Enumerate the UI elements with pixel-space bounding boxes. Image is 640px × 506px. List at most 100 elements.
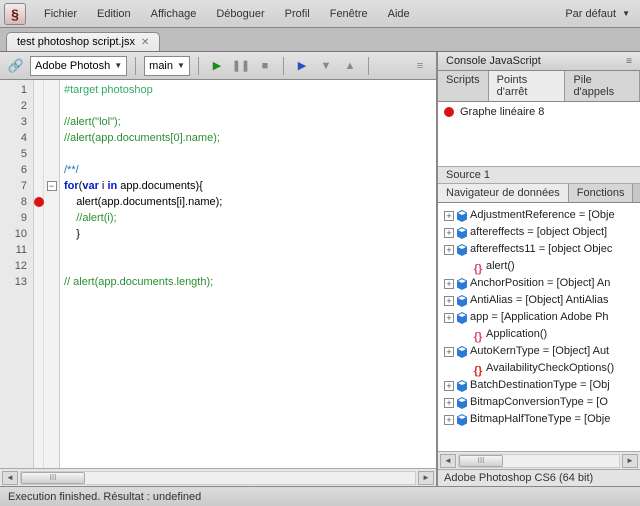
tree-row[interactable]: +BitmapHalfToneType = [Obje bbox=[444, 411, 634, 428]
menu-item[interactable]: Affichage bbox=[141, 8, 207, 20]
chevron-down-icon: ▼ bbox=[114, 61, 122, 70]
tree-label: Application() bbox=[486, 326, 547, 343]
function-icon: {} bbox=[472, 261, 484, 273]
breakpoint-item[interactable]: Graphe linéaire 8 bbox=[444, 106, 634, 118]
expand-icon[interactable]: + bbox=[444, 347, 454, 357]
step-out-button[interactable]: ▲ bbox=[340, 56, 360, 76]
databrowser-tab[interactable]: Navigateur de données bbox=[438, 184, 569, 202]
tree-row[interactable]: {}Application() bbox=[444, 326, 634, 343]
scroll-thumb[interactable]: III bbox=[21, 472, 85, 484]
expand-icon[interactable]: + bbox=[444, 296, 454, 306]
breakpoint-dot[interactable] bbox=[34, 197, 44, 207]
horizontal-scrollbar[interactable]: ◄ III ► bbox=[0, 468, 436, 486]
horizontal-scrollbar[interactable]: ◄ III ► bbox=[438, 451, 640, 469]
expand-icon[interactable]: + bbox=[444, 313, 454, 323]
scroll-track[interactable]: III bbox=[458, 454, 620, 468]
chevron-down-icon: ▼ bbox=[622, 9, 630, 18]
link-icon[interactable]: 🔗 bbox=[6, 56, 26, 76]
tree-row[interactable]: +BitmapConversionType = [O bbox=[444, 394, 634, 411]
tree-row[interactable]: + AdjustmentReference = [Obje bbox=[444, 207, 634, 224]
scroll-thumb[interactable]: III bbox=[459, 455, 503, 467]
file-tab[interactable]: test photoshop script.jsx ✕ bbox=[6, 32, 160, 51]
scroll-track[interactable]: III bbox=[20, 471, 416, 485]
object-icon bbox=[456, 414, 468, 426]
editor-pane: 🔗 Adobe Photosh ▼ main ▼ ▶ ❚❚ ■ ▶ ▼ ▲ ≡ … bbox=[0, 52, 438, 486]
menu-item[interactable]: Fichier bbox=[34, 8, 87, 20]
scroll-right-arrow[interactable]: ► bbox=[622, 454, 638, 468]
menu-item[interactable]: Profil bbox=[275, 8, 320, 20]
status-bar: Execution finished. Résultat : undefined bbox=[0, 486, 640, 506]
expand-icon[interactable]: + bbox=[444, 398, 454, 408]
object-icon bbox=[456, 397, 468, 409]
object-tree[interactable]: +AdjustmentReference = [Obje+aftereffect… bbox=[444, 207, 634, 447]
debug-tab[interactable]: Points d'arrêt bbox=[489, 71, 566, 101]
debug-tab[interactable]: Scripts bbox=[438, 71, 489, 101]
fold-toggle[interactable]: − bbox=[47, 181, 57, 191]
chevron-down-icon: ▼ bbox=[177, 61, 185, 70]
databrowser-tabs: Navigateur de donnéesFonctions bbox=[438, 184, 640, 203]
menu-item[interactable]: Edition bbox=[87, 8, 141, 20]
tree-row[interactable]: +aftereffects11 = [object Objec bbox=[444, 241, 634, 258]
menu-item[interactable]: Aide bbox=[378, 8, 420, 20]
code-area[interactable]: #target photoshop //alert("lol");//alert… bbox=[60, 80, 436, 468]
tree-row[interactable]: + app = [Application Adobe Ph bbox=[444, 309, 634, 326]
expand-icon[interactable]: + bbox=[444, 245, 454, 255]
panel-menu-icon[interactable]: ≡ bbox=[410, 56, 430, 76]
close-icon[interactable]: ✕ bbox=[141, 37, 149, 48]
breakpoints-panel: Graphe linéaire 8 bbox=[438, 102, 640, 166]
tree-label: AutoKernType = [Object] Aut bbox=[470, 343, 609, 360]
separator bbox=[283, 57, 284, 75]
profile-label: Par défaut bbox=[565, 8, 616, 20]
tree-label: AnchorPosition = [Object] An bbox=[470, 275, 610, 292]
step-over-button[interactable]: ▼ bbox=[316, 56, 336, 76]
stop-button[interactable]: ■ bbox=[255, 56, 275, 76]
tree-label: AvailabilityCheckOptions() bbox=[486, 360, 614, 377]
tree-label: app = [Application Adobe Ph bbox=[470, 309, 609, 326]
tree-row[interactable]: +AntiAlias = [Object] AntiAlias bbox=[444, 292, 634, 309]
fold-gutter[interactable]: − bbox=[44, 80, 60, 468]
expand-icon[interactable]: + bbox=[444, 279, 454, 289]
menu-item[interactable]: Déboguer bbox=[206, 8, 274, 20]
databrowser-tab[interactable]: Fonctions bbox=[569, 184, 634, 202]
editor-toolbar: 🔗 Adobe Photosh ▼ main ▼ ▶ ❚❚ ■ ▶ ▼ ▲ ≡ bbox=[0, 52, 436, 80]
tree-label: AdjustmentReference = [Obje bbox=[470, 207, 615, 224]
expand-icon[interactable]: + bbox=[444, 228, 454, 238]
tree-row[interactable]: +BatchDestinationType = [Obj bbox=[444, 377, 634, 394]
expand-icon[interactable]: + bbox=[444, 381, 454, 391]
scroll-left-arrow[interactable]: ◄ bbox=[2, 471, 18, 485]
code-editor[interactable]: 12345678910111213 − #target photoshop //… bbox=[0, 80, 436, 468]
scroll-right-arrow[interactable]: ► bbox=[418, 471, 434, 485]
function-icon: {} bbox=[472, 329, 484, 341]
object-icon bbox=[456, 244, 468, 256]
profile-dropdown[interactable]: Par défaut ▼ bbox=[565, 8, 636, 20]
target-fn-select[interactable]: main ▼ bbox=[144, 56, 190, 76]
scroll-left-arrow[interactable]: ◄ bbox=[440, 454, 456, 468]
breakpoint-gutter[interactable] bbox=[34, 80, 44, 468]
panel-menu-icon[interactable]: ≡ bbox=[626, 56, 632, 67]
source-label: Source 1 bbox=[438, 166, 640, 184]
side-panels: Console JavaScript ≡ ScriptsPoints d'arr… bbox=[438, 52, 640, 486]
console-panel-title: Console JavaScript ≡ bbox=[438, 52, 640, 71]
target-app-select[interactable]: Adobe Photosh ▼ bbox=[30, 56, 127, 76]
separator bbox=[198, 57, 199, 75]
separator bbox=[135, 57, 136, 75]
expand-icon[interactable]: + bbox=[444, 211, 454, 221]
tree-row[interactable]: + AnchorPosition = [Object] An bbox=[444, 275, 634, 292]
pause-button[interactable]: ❚❚ bbox=[231, 56, 251, 76]
tree-row[interactable]: +aftereffects = [object Object] bbox=[444, 224, 634, 241]
breakpoint-dot-icon bbox=[444, 107, 454, 117]
menu-item[interactable]: Fenêtre bbox=[320, 8, 378, 20]
tree-row[interactable]: {}AvailabilityCheckOptions() bbox=[444, 360, 634, 377]
main-area: 🔗 Adobe Photosh ▼ main ▼ ▶ ❚❚ ■ ▶ ▼ ▲ ≡ … bbox=[0, 52, 640, 486]
object-icon bbox=[456, 278, 468, 290]
run-button[interactable]: ▶ bbox=[207, 56, 227, 76]
expand-icon[interactable]: + bbox=[444, 415, 454, 425]
debug-run-button[interactable]: ▶ bbox=[292, 56, 312, 76]
tree-label: alert() bbox=[486, 258, 515, 275]
data-browser-panel: +AdjustmentReference = [Obje+aftereffect… bbox=[438, 203, 640, 451]
object-icon bbox=[456, 227, 468, 239]
debug-tab[interactable]: Pile d'appels bbox=[565, 71, 640, 101]
tree-row[interactable]: + AutoKernType = [Object] Aut bbox=[444, 343, 634, 360]
function-icon: {} bbox=[472, 363, 484, 375]
tree-row[interactable]: {}alert() bbox=[444, 258, 634, 275]
